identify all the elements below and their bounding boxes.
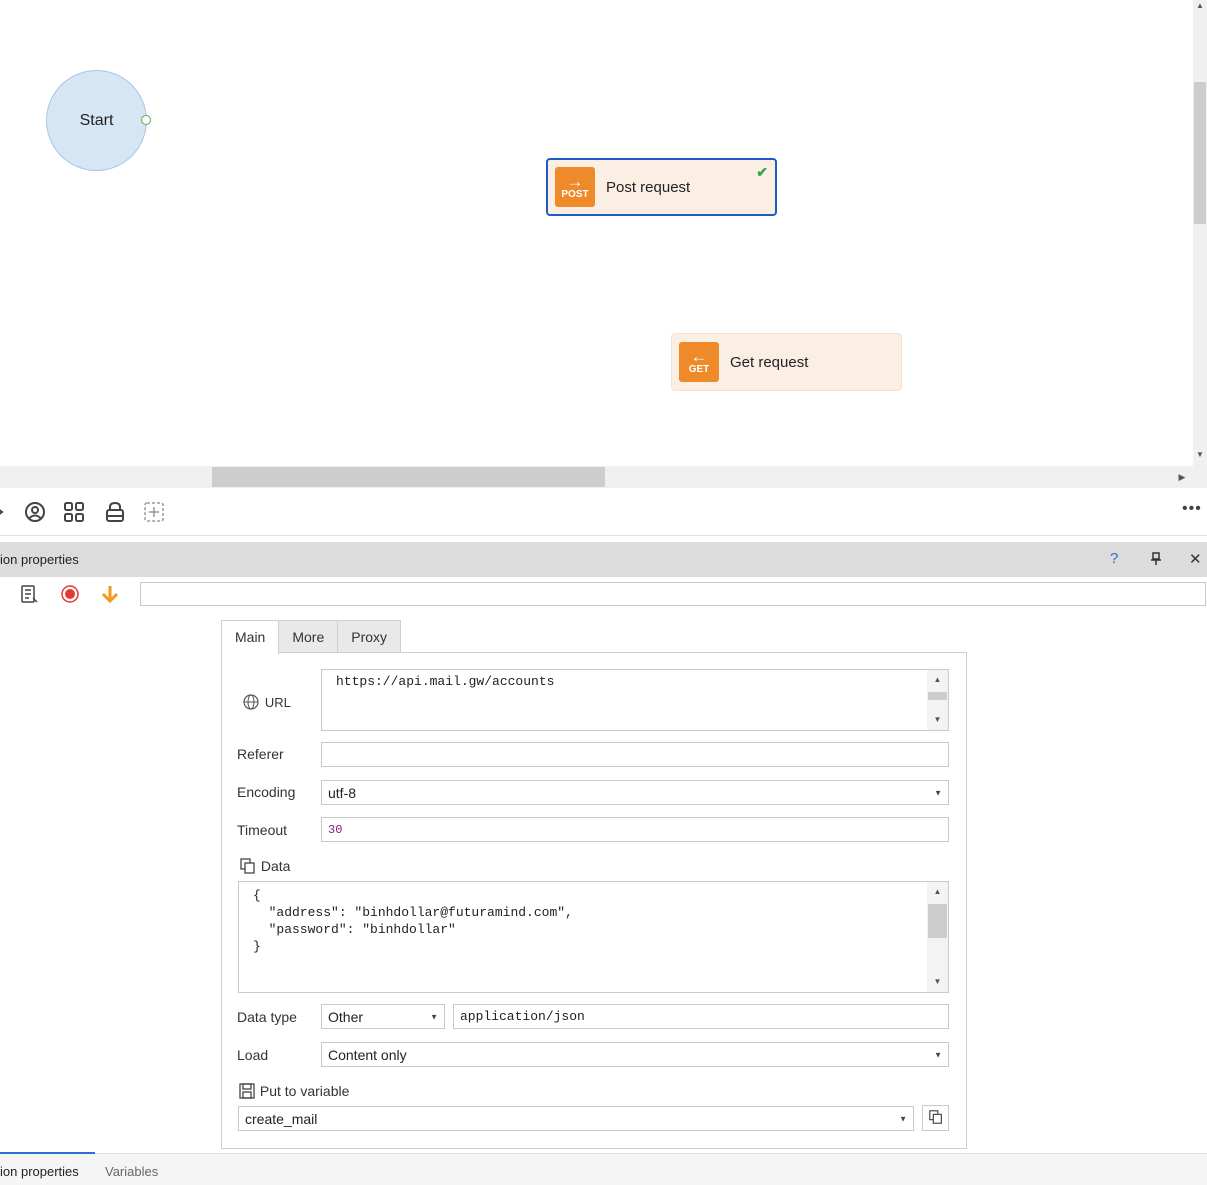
check-icon: ✔ [756, 164, 768, 180]
data-scrollbar[interactable]: ▲ ▼ [927, 882, 948, 992]
timeout-label: Timeout [237, 822, 288, 838]
vertical-scrollbar[interactable]: ▲ ▼ [1193, 0, 1207, 466]
tab-main[interactable]: Main [221, 620, 280, 654]
copy-icon [239, 857, 257, 878]
tab-proxy[interactable]: Proxy [337, 620, 402, 653]
data-line-4: } [253, 939, 261, 954]
load-select[interactable]: Content only ▼ [321, 1042, 949, 1067]
properties-tabs: Main More Proxy [221, 620, 402, 654]
scroll-down-icon[interactable]: ▼ [927, 712, 948, 728]
referer-label: Referer [237, 746, 284, 762]
chevron-down-icon: ▼ [934, 1050, 942, 1059]
panel-header: ion properties ? ✕ [0, 542, 1207, 577]
url-value: https://api.mail.gw/accounts [336, 674, 555, 689]
encoding-label: Encoding [237, 784, 296, 800]
scroll-thumb[interactable] [928, 692, 947, 700]
load-label: Load [237, 1047, 269, 1063]
user-circle-icon[interactable] [23, 500, 47, 524]
scroll-up-icon[interactable]: ▲ [1194, 0, 1206, 12]
vertical-scroll-thumb[interactable] [1194, 82, 1206, 224]
scroll-thumb[interactable] [928, 904, 947, 938]
load-value: Content only [328, 1046, 407, 1063]
scroll-down-icon[interactable]: ▼ [1194, 448, 1206, 462]
data-line-1: { [253, 888, 261, 903]
save-icon [238, 1082, 256, 1103]
start-label: Start [79, 111, 114, 129]
copy-icon [928, 1109, 944, 1128]
data-label-group: Data [239, 857, 290, 878]
chevron-down-icon: ▼ [934, 788, 942, 797]
scroll-down-icon[interactable]: ▼ [927, 974, 948, 990]
pin-icon[interactable] [1150, 552, 1162, 569]
action-search-input[interactable] [140, 582, 1206, 606]
node-label: Get request [730, 353, 809, 371]
scroll-right-icon[interactable]: ▶ [1175, 469, 1189, 485]
variable-select[interactable]: create_mail ▼ [238, 1106, 914, 1131]
www-icon [241, 694, 261, 713]
close-icon[interactable]: ✕ [1189, 550, 1202, 568]
help-icon[interactable]: ? [1110, 550, 1118, 567]
put-variable-label-group: Put to variable [238, 1082, 349, 1103]
data-line-2: "address": "binhdollar@futuramind.com", [253, 905, 573, 920]
add-frame-icon[interactable] [142, 500, 166, 524]
data-type-label: Data type [237, 1009, 297, 1025]
tab-variables[interactable]: Variables [105, 1164, 158, 1179]
content-type-value: application/json [460, 1009, 585, 1024]
more-icon[interactable]: ••• [1182, 500, 1202, 518]
data-label: Data [260, 858, 291, 875]
data-textarea[interactable]: { "address": "binhdollar@futuramind.com"… [238, 881, 949, 993]
url-label-group: URL [241, 694, 291, 713]
scroll-up-icon[interactable]: ▲ [927, 884, 948, 900]
scroll-up-icon[interactable]: ▲ [927, 672, 948, 688]
variable-value: create_mail [245, 1110, 318, 1127]
lock-icon[interactable] [103, 500, 127, 524]
post-icon: → POST [555, 167, 595, 207]
tab-action-properties[interactable]: ion properties [0, 1164, 79, 1179]
active-tab-indicator [0, 1152, 95, 1154]
url-label: URL [264, 695, 291, 711]
copy-variable-button[interactable] [922, 1105, 949, 1131]
canvas-toolbar: ••• [0, 488, 1207, 536]
bottom-tabs: ion properties Variables [0, 1152, 1207, 1185]
post-request-node[interactable]: → POST Post request ✔ [546, 158, 777, 216]
horizontal-scrollbar[interactable]: ▶ [0, 466, 1193, 488]
panel-title: ion properties [0, 552, 79, 567]
get-request-node[interactable]: ← GET Get request [671, 333, 902, 391]
tab-more[interactable]: More [278, 620, 339, 653]
grid-icon[interactable] [62, 500, 86, 524]
timeout-input[interactable]: 30 [321, 817, 949, 842]
referer-input[interactable] [321, 742, 949, 767]
timeout-value: 30 [328, 822, 343, 837]
chevron-down-icon: ▼ [430, 1012, 438, 1021]
data-type-select[interactable]: Other ▼ [321, 1004, 445, 1029]
scroll-corner [1193, 466, 1207, 488]
arrow-right-icon: → [566, 172, 584, 191]
encoding-value: utf-8 [328, 784, 357, 801]
content-type-input[interactable]: application/json [453, 1004, 949, 1029]
encoding-select[interactable]: utf-8 ▼ [321, 780, 949, 805]
get-icon: ← GET [679, 342, 719, 382]
chevron-down-icon: ▼ [899, 1114, 907, 1123]
record-icon[interactable] [59, 583, 81, 605]
start-node[interactable]: Start [46, 70, 147, 171]
url-input[interactable]: https://api.mail.gw/accounts ▲ ▼ [321, 669, 949, 731]
workflow-canvas[interactable]: Start → POST Post request ✔ ← GET Get re… [0, 0, 1193, 466]
url-scrollbar[interactable]: ▲ ▼ [927, 670, 948, 730]
log-icon[interactable] [18, 583, 40, 605]
horizontal-scroll-thumb[interactable] [212, 467, 605, 487]
arrow-down-icon[interactable] [99, 583, 121, 605]
data-type-value: Other [328, 1008, 364, 1025]
start-output-port[interactable] [141, 115, 151, 125]
put-variable-label: Put to variable [259, 1083, 350, 1100]
arrow-left-icon: ← [690, 347, 708, 366]
data-line-3: "password": "binhdollar" [253, 922, 456, 937]
chevron-right-icon[interactable] [0, 500, 12, 524]
node-label: Post request [606, 178, 691, 196]
